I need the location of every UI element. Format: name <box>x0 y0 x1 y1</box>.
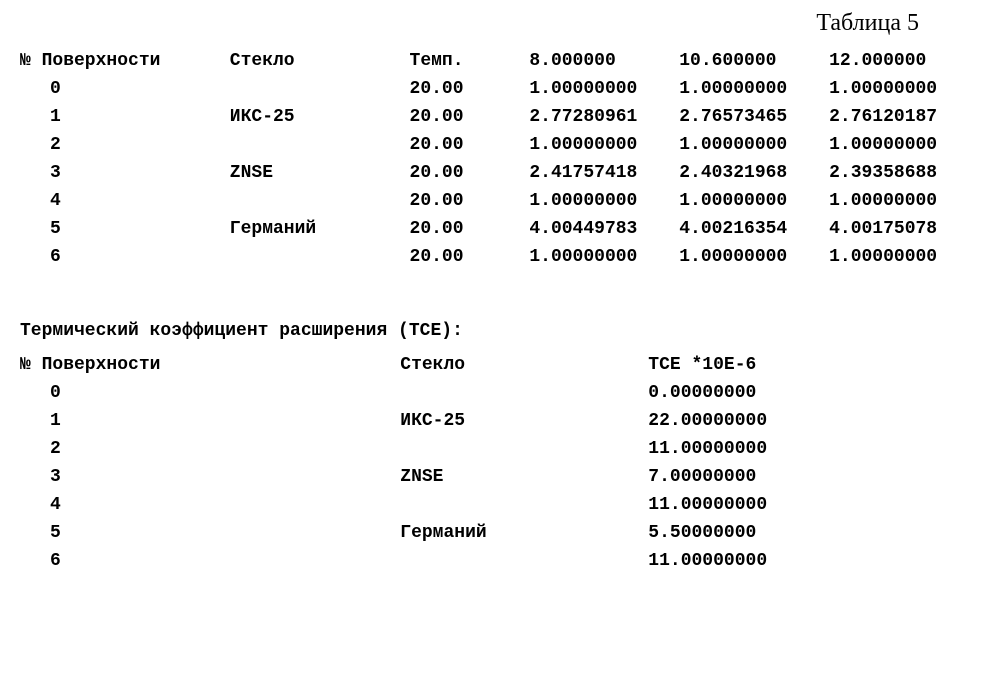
table-row: 2 20.00 1.00000000 1.00000000 1.00000000 <box>20 131 979 159</box>
cell-val-b: 2.76573465 <box>679 103 829 131</box>
cell-val-c: 2.76120187 <box>829 103 979 131</box>
cell-temp: 20.00 <box>410 131 530 159</box>
cell-val-c: 4.00175078 <box>829 215 979 243</box>
cell-val-b: 1.00000000 <box>679 131 829 159</box>
table-row: 3 ZNSE 20.00 2.41757418 2.40321968 2.393… <box>20 159 979 187</box>
cell-temp: 20.00 <box>410 159 530 187</box>
header-surface: № Поверхности <box>20 351 400 379</box>
cell-glass <box>230 75 410 103</box>
cell-val-b: 1.00000000 <box>679 187 829 215</box>
cell-val-b: 1.00000000 <box>679 243 829 271</box>
cell-temp: 20.00 <box>410 215 530 243</box>
cell-glass: Германий <box>400 519 648 547</box>
section-gap <box>20 271 979 301</box>
header-tce: TCE *10E-6 <box>648 351 979 379</box>
cell-surface: 2 <box>20 131 230 159</box>
cell-tce: 5.50000000 <box>648 519 979 547</box>
table-row: 5 Германий 20.00 4.00449783 4.00216354 4… <box>20 215 979 243</box>
cell-glass: ИКС-25 <box>400 407 648 435</box>
cell-glass <box>400 547 648 575</box>
table-row: 4 11.00000000 <box>20 491 979 519</box>
table-row: 1 ИКС-25 22.00000000 <box>20 407 979 435</box>
cell-surface: 5 <box>20 519 400 547</box>
page: Таблица 5 № Поверхности Стекло Темп. 8.0… <box>0 0 999 585</box>
table-row: 2 11.00000000 <box>20 435 979 463</box>
cell-glass <box>230 243 410 271</box>
cell-surface: 1 <box>20 407 400 435</box>
table-row: 6 11.00000000 <box>20 547 979 575</box>
cell-val-b: 1.00000000 <box>679 75 829 103</box>
cell-glass <box>400 379 648 407</box>
cell-glass: ZNSE <box>230 159 410 187</box>
cell-val-b: 2.40321968 <box>679 159 829 187</box>
table-row: 0 20.00 1.00000000 1.00000000 1.00000000 <box>20 75 979 103</box>
cell-surface: 4 <box>20 491 400 519</box>
cell-val-c: 2.39358688 <box>829 159 979 187</box>
cell-tce: 22.00000000 <box>648 407 979 435</box>
cell-surface: 0 <box>20 75 230 103</box>
cell-glass: ZNSE <box>400 463 648 491</box>
cell-temp: 20.00 <box>410 75 530 103</box>
cell-val-b: 4.00216354 <box>679 215 829 243</box>
cell-val-c: 1.00000000 <box>829 131 979 159</box>
tce-table: № Поверхности Стекло TCE *10E-6 0 0.0000… <box>20 351 979 575</box>
cell-val-c: 1.00000000 <box>829 187 979 215</box>
cell-glass <box>230 131 410 159</box>
cell-surface: 1 <box>20 103 230 131</box>
cell-val-a: 1.00000000 <box>529 75 679 103</box>
cell-glass <box>230 187 410 215</box>
header-glass: Стекло <box>400 351 648 379</box>
cell-val-a: 1.00000000 <box>529 187 679 215</box>
cell-temp: 20.00 <box>410 243 530 271</box>
cell-glass <box>400 435 648 463</box>
cell-tce: 0.00000000 <box>648 379 979 407</box>
cell-surface: 5 <box>20 215 230 243</box>
cell-val-a: 1.00000000 <box>529 243 679 271</box>
header-temp: Темп. <box>410 47 530 75</box>
cell-val-a: 4.00449783 <box>529 215 679 243</box>
cell-temp: 20.00 <box>410 187 530 215</box>
cell-val-a: 2.77280961 <box>529 103 679 131</box>
table-header-row: № Поверхности Стекло Темп. 8.000000 10.6… <box>20 47 979 75</box>
table-row: 5 Германий 5.50000000 <box>20 519 979 547</box>
cell-surface: 4 <box>20 187 230 215</box>
header-surface: № Поверхности <box>20 47 230 75</box>
cell-surface: 3 <box>20 463 400 491</box>
header-wl-1: 8.000000 <box>529 47 679 75</box>
table-row: 4 20.00 1.00000000 1.00000000 1.00000000 <box>20 187 979 215</box>
cell-glass: Германий <box>230 215 410 243</box>
cell-glass: ИКС-25 <box>230 103 410 131</box>
cell-val-c: 1.00000000 <box>829 75 979 103</box>
cell-temp: 20.00 <box>410 103 530 131</box>
tce-section-title: Термический коэффициент расширения (TCE)… <box>20 321 979 341</box>
cell-tce: 7.00000000 <box>648 463 979 491</box>
cell-val-a: 2.41757418 <box>529 159 679 187</box>
header-glass: Стекло <box>230 47 410 75</box>
table-header-row: № Поверхности Стекло TCE *10E-6 <box>20 351 979 379</box>
table-row: 0 0.00000000 <box>20 379 979 407</box>
table-row: 1 ИКС-25 20.00 2.77280961 2.76573465 2.7… <box>20 103 979 131</box>
cell-tce: 11.00000000 <box>648 491 979 519</box>
cell-tce: 11.00000000 <box>648 435 979 463</box>
cell-glass <box>400 491 648 519</box>
header-wl-2: 10.600000 <box>679 47 829 75</box>
refractive-index-table: № Поверхности Стекло Темп. 8.000000 10.6… <box>20 47 979 271</box>
table-row: 6 20.00 1.00000000 1.00000000 1.00000000 <box>20 243 979 271</box>
cell-tce: 11.00000000 <box>648 547 979 575</box>
cell-val-a: 1.00000000 <box>529 131 679 159</box>
header-wl-3: 12.000000 <box>829 47 979 75</box>
cell-surface: 3 <box>20 159 230 187</box>
cell-surface: 2 <box>20 435 400 463</box>
table-title: Таблица 5 <box>20 10 979 37</box>
table-row: 3 ZNSE 7.00000000 <box>20 463 979 491</box>
cell-surface: 0 <box>20 379 400 407</box>
cell-val-c: 1.00000000 <box>829 243 979 271</box>
cell-surface: 6 <box>20 243 230 271</box>
cell-surface: 6 <box>20 547 400 575</box>
